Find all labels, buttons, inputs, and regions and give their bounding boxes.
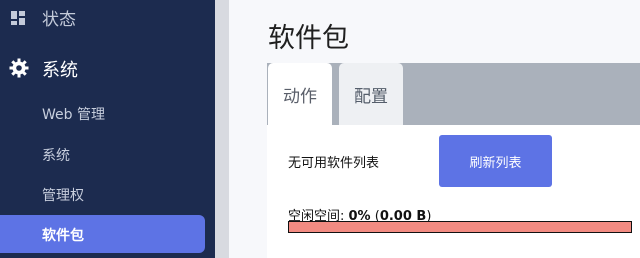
sidebar-item-system[interactable]: 系统 xyxy=(0,50,215,88)
sidebar-item-system-label: 系统 xyxy=(42,60,78,81)
sidebar-item-admin[interactable]: 管理权 xyxy=(42,185,84,205)
sidebar-item-system-sub[interactable]: 系统 xyxy=(42,145,70,165)
sidebar: 状态 系统 Web 管理 系统 管理权 软件包 xyxy=(0,0,215,258)
free-space-progress-bar xyxy=(288,221,632,233)
actions-panel: 无可用软件列表 刷新列表 空闲空间: 0% (0.00 B) xyxy=(267,125,640,258)
dashboard-icon xyxy=(11,11,25,25)
main-content: 软件包 动作 配置 无可用软件列表 刷新列表 空闲空间: 0% (0.00 B) xyxy=(229,0,640,258)
sidebar-item-web-admin[interactable]: Web 管理 xyxy=(42,104,105,124)
no-packages-message: 无可用软件列表 xyxy=(288,156,380,171)
page-title: 软件包 xyxy=(268,23,349,54)
tab-configuration[interactable]: 配置 xyxy=(339,63,403,125)
sidebar-item-software[interactable]: 软件包 xyxy=(0,215,205,253)
tab-actions[interactable]: 动作 xyxy=(268,63,332,125)
sidebar-item-software-label: 软件包 xyxy=(42,228,84,244)
sidebar-item-status-label: 状态 xyxy=(42,10,76,30)
gear-icon xyxy=(9,58,29,78)
tab-bar: 动作 配置 xyxy=(267,63,640,125)
refresh-list-button[interactable]: 刷新列表 xyxy=(439,135,552,187)
sidebar-divider xyxy=(215,0,229,258)
sidebar-item-status[interactable]: 状态 xyxy=(0,0,215,34)
